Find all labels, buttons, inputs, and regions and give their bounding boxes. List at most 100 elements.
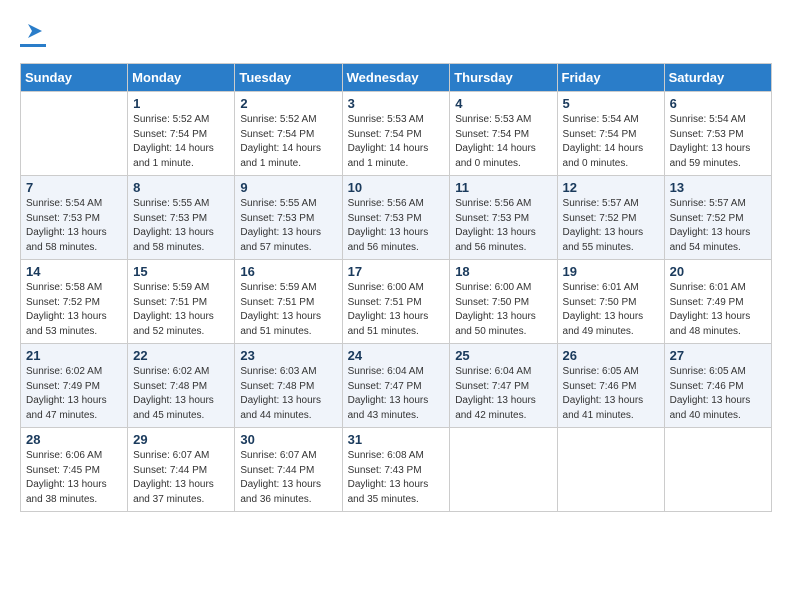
day-number: 21	[26, 348, 122, 363]
day-number: 6	[670, 96, 766, 111]
calendar-cell: 7 Sunrise: 5:54 AMSunset: 7:53 PMDaylight…	[21, 176, 128, 260]
calendar-cell: 3Sunrise: 5:53 AMSunset: 7:54 PMDaylight…	[342, 92, 450, 176]
logo-underline	[20, 44, 46, 47]
calendar-cell: 31 Sunrise: 6:08 AMSunset: 7:43 PMDayligh…	[342, 428, 450, 512]
calendar-week-5: 28 Sunrise: 6:06 AMSunset: 7:45 PMDayligh…	[21, 428, 772, 512]
day-number: 29	[133, 432, 229, 447]
calendar-cell: 1 Sunrise: 5:52 AMSunset: 7:54 PMDaylight…	[128, 92, 235, 176]
calendar-cell: 9 Sunrise: 5:55 AMSunset: 7:53 PMDaylight…	[235, 176, 342, 260]
column-header-saturday: Saturday	[664, 64, 771, 92]
calendar-cell: 6 Sunrise: 5:54 AMSunset: 7:53 PMDaylight…	[664, 92, 771, 176]
day-number: 8	[133, 180, 229, 195]
day-info: Sunrise: 6:00 AMSunset: 7:50 PMDaylight:…	[455, 281, 551, 339]
day-info: Sunrise: 6:08 AMSunset: 7:43 PMDaylight:…	[348, 449, 445, 507]
calendar-cell: 2 Sunrise: 5:52 AMSunset: 7:54 PMDaylight…	[235, 92, 342, 176]
day-info: Sunrise: 5:54 AMSunset: 7:53 PMDaylight:…	[670, 113, 766, 171]
column-header-wednesday: Wednesday	[342, 64, 450, 92]
day-number: 11	[455, 180, 551, 195]
day-number: 15	[133, 264, 229, 279]
logo-arrow-icon	[24, 20, 46, 42]
calendar-cell: 4 Sunrise: 5:53 AMSunset: 7:54 PMDaylight…	[450, 92, 557, 176]
logo	[20, 20, 46, 47]
day-number: 17	[348, 264, 445, 279]
day-info: Sunrise: 5:56 AMSunset: 7:53 PMDaylight:…	[455, 197, 551, 255]
calendar-cell	[21, 92, 128, 176]
day-number: 7	[26, 180, 122, 195]
day-info: Sunrise: 5:55 AMSunset: 7:53 PMDaylight:…	[133, 197, 229, 255]
calendar-cell: 11 Sunrise: 5:56 AMSunset: 7:53 PMDayligh…	[450, 176, 557, 260]
calendar-cell	[664, 428, 771, 512]
day-number: 1	[133, 96, 229, 111]
day-number: 27	[670, 348, 766, 363]
day-info: Sunrise: 6:07 AMSunset: 7:44 PMDaylight:…	[240, 449, 336, 507]
day-number: 23	[240, 348, 336, 363]
calendar-cell: 5 Sunrise: 5:54 AMSunset: 7:54 PMDaylight…	[557, 92, 664, 176]
day-info: Sunrise: 6:00 AMSunset: 7:51 PMDaylight:…	[348, 281, 445, 339]
day-info: Sunrise: 6:03 AMSunset: 7:48 PMDaylight:…	[240, 365, 336, 423]
day-info: Sunrise: 5:52 AMSunset: 7:54 PMDaylight:…	[133, 113, 229, 171]
day-number: 31	[348, 432, 445, 447]
day-info: Sunrise: 5:59 AMSunset: 7:51 PMDaylight:…	[133, 281, 229, 339]
day-number: 14	[26, 264, 122, 279]
column-header-monday: Monday	[128, 64, 235, 92]
calendar-cell: 13Sunrise: 5:57 AMSunset: 7:52 PMDayligh…	[664, 176, 771, 260]
calendar-cell: 25 Sunrise: 6:04 AMSunset: 7:47 PMDayligh…	[450, 344, 557, 428]
day-number: 28	[26, 432, 122, 447]
calendar-week-1: 1 Sunrise: 5:52 AMSunset: 7:54 PMDaylight…	[21, 92, 772, 176]
calendar-cell: 24Sunrise: 6:04 AMSunset: 7:47 PMDayligh…	[342, 344, 450, 428]
day-info: Sunrise: 5:53 AMSunset: 7:54 PMDaylight:…	[348, 113, 445, 171]
page-header	[20, 20, 772, 47]
day-info: Sunrise: 6:04 AMSunset: 7:47 PMDaylight:…	[455, 365, 551, 423]
calendar-cell: 15 Sunrise: 5:59 AMSunset: 7:51 PMDayligh…	[128, 260, 235, 344]
calendar-cell: 21 Sunrise: 6:02 AMSunset: 7:49 PMDayligh…	[21, 344, 128, 428]
day-info: Sunrise: 6:02 AMSunset: 7:49 PMDaylight:…	[26, 365, 122, 423]
calendar-cell: 20Sunrise: 6:01 AMSunset: 7:49 PMDayligh…	[664, 260, 771, 344]
day-number: 2	[240, 96, 336, 111]
column-header-tuesday: Tuesday	[235, 64, 342, 92]
day-number: 12	[563, 180, 659, 195]
day-info: Sunrise: 5:54 AMSunset: 7:53 PMDaylight:…	[26, 197, 122, 255]
day-info: Sunrise: 6:07 AMSunset: 7:44 PMDaylight:…	[133, 449, 229, 507]
day-number: 16	[240, 264, 336, 279]
calendar-header-row: SundayMondayTuesdayWednesdayThursdayFrid…	[21, 64, 772, 92]
day-number: 10	[348, 180, 445, 195]
column-header-sunday: Sunday	[21, 64, 128, 92]
calendar-cell: 30 Sunrise: 6:07 AMSunset: 7:44 PMDayligh…	[235, 428, 342, 512]
column-header-friday: Friday	[557, 64, 664, 92]
day-info: Sunrise: 6:06 AMSunset: 7:45 PMDaylight:…	[26, 449, 122, 507]
calendar-week-3: 14 Sunrise: 5:58 AMSunset: 7:52 PMDayligh…	[21, 260, 772, 344]
day-info: Sunrise: 6:01 AMSunset: 7:50 PMDaylight:…	[563, 281, 659, 339]
day-info: Sunrise: 5:56 AMSunset: 7:53 PMDaylight:…	[348, 197, 445, 255]
day-info: Sunrise: 6:02 AMSunset: 7:48 PMDaylight:…	[133, 365, 229, 423]
calendar-week-2: 7 Sunrise: 5:54 AMSunset: 7:53 PMDaylight…	[21, 176, 772, 260]
day-number: 25	[455, 348, 551, 363]
day-number: 18	[455, 264, 551, 279]
day-number: 4	[455, 96, 551, 111]
day-info: Sunrise: 5:52 AMSunset: 7:54 PMDaylight:…	[240, 113, 336, 171]
calendar-cell: 12Sunrise: 5:57 AMSunset: 7:52 PMDayligh…	[557, 176, 664, 260]
calendar-cell: 19 Sunrise: 6:01 AMSunset: 7:50 PMDayligh…	[557, 260, 664, 344]
calendar-cell: 10 Sunrise: 5:56 AMSunset: 7:53 PMDayligh…	[342, 176, 450, 260]
day-info: Sunrise: 5:55 AMSunset: 7:53 PMDaylight:…	[240, 197, 336, 255]
day-info: Sunrise: 5:54 AMSunset: 7:54 PMDaylight:…	[563, 113, 659, 171]
calendar-cell: 26Sunrise: 6:05 AMSunset: 7:46 PMDayligh…	[557, 344, 664, 428]
day-info: Sunrise: 6:05 AMSunset: 7:46 PMDaylight:…	[563, 365, 659, 423]
calendar-cell	[557, 428, 664, 512]
day-number: 19	[563, 264, 659, 279]
day-number: 5	[563, 96, 659, 111]
calendar-table: SundayMondayTuesdayWednesdayThursdayFrid…	[20, 63, 772, 512]
day-info: Sunrise: 5:57 AMSunset: 7:52 PMDaylight:…	[670, 197, 766, 255]
calendar-cell: 27 Sunrise: 6:05 AMSunset: 7:46 PMDayligh…	[664, 344, 771, 428]
day-number: 22	[133, 348, 229, 363]
day-number: 9	[240, 180, 336, 195]
day-number: 20	[670, 264, 766, 279]
calendar-cell: 23 Sunrise: 6:03 AMSunset: 7:48 PMDayligh…	[235, 344, 342, 428]
day-info: Sunrise: 5:58 AMSunset: 7:52 PMDaylight:…	[26, 281, 122, 339]
calendar-cell: 16 Sunrise: 5:59 AMSunset: 7:51 PMDayligh…	[235, 260, 342, 344]
day-info: Sunrise: 5:59 AMSunset: 7:51 PMDaylight:…	[240, 281, 336, 339]
day-info: Sunrise: 6:05 AMSunset: 7:46 PMDaylight:…	[670, 365, 766, 423]
day-info: Sunrise: 6:04 AMSunset: 7:47 PMDaylight:…	[348, 365, 445, 423]
calendar-cell: 17 Sunrise: 6:00 AMSunset: 7:51 PMDayligh…	[342, 260, 450, 344]
day-number: 30	[240, 432, 336, 447]
day-info: Sunrise: 5:53 AMSunset: 7:54 PMDaylight:…	[455, 113, 551, 171]
